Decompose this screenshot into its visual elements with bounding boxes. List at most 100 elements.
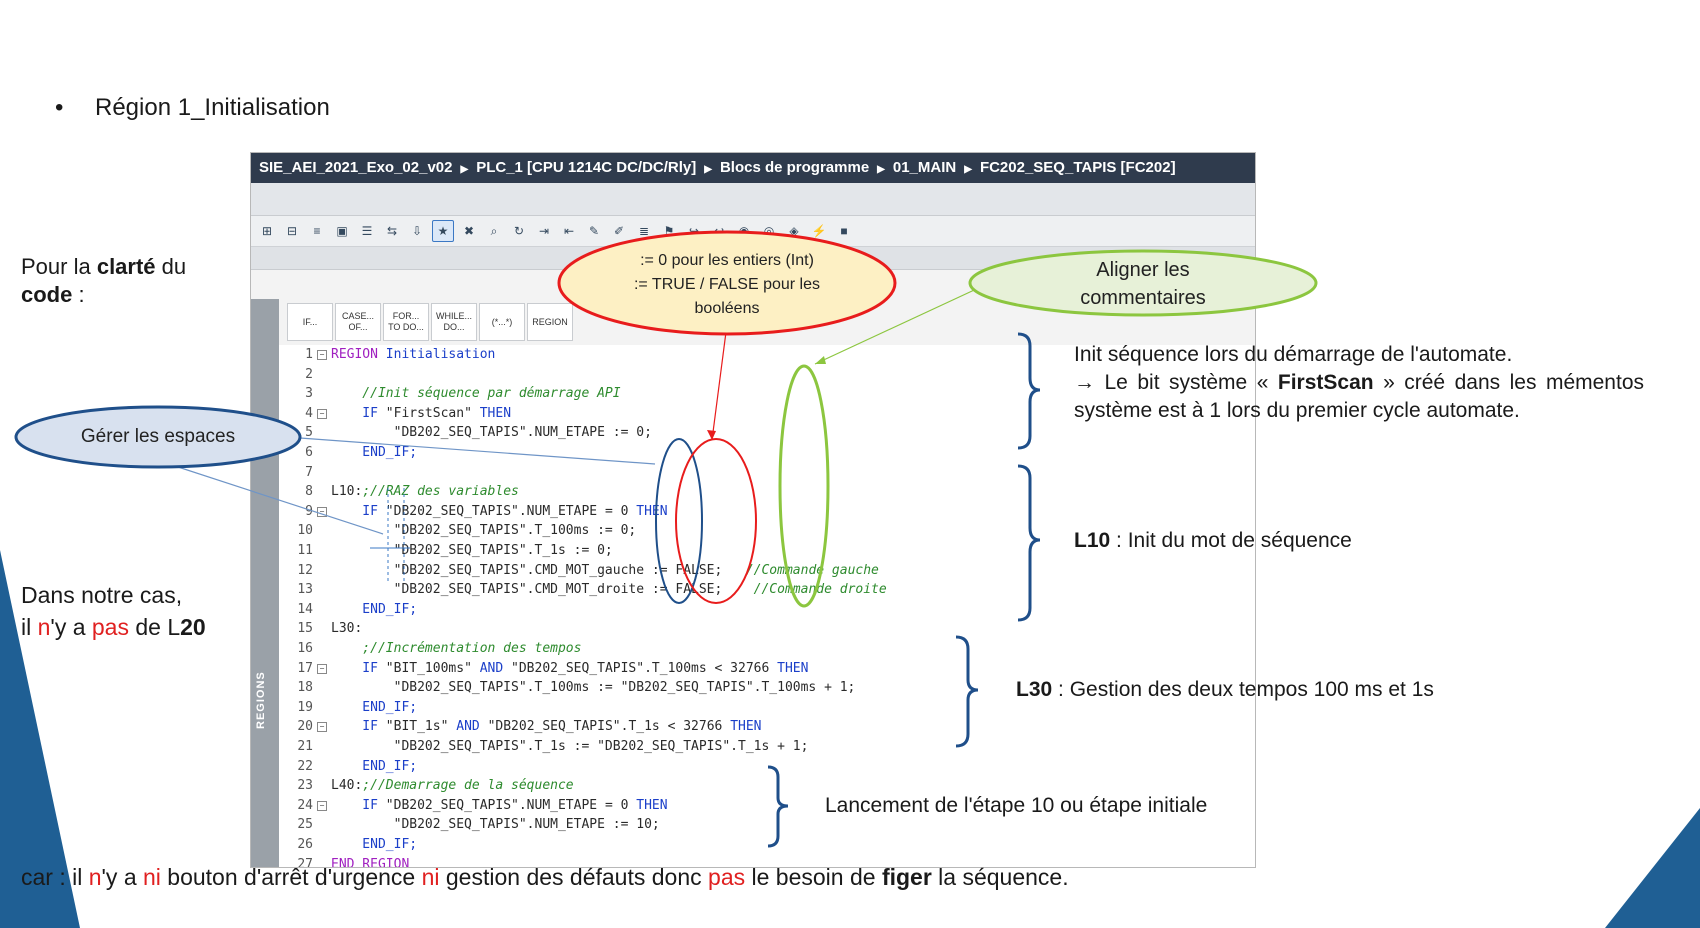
code-token: "BIT_1s" (385, 719, 457, 735)
snippet-case[interactable]: CASE... OF... (335, 303, 381, 341)
code-token: "DB202_SEQ_TAPIS".CMD_MOT_droite := FALS… (331, 582, 738, 598)
prev-bookmark-icon[interactable]: ↩ (709, 221, 729, 241)
code-token: IF (331, 660, 386, 676)
comment-icon[interactable]: ✎ (584, 221, 604, 241)
goto-error-icon[interactable]: ✖ (459, 221, 479, 241)
code-line[interactable]: 5 "DB202_SEQ_TAPIS".NUM_ETAPE := 0; (279, 423, 1255, 443)
code-text: ;//Incrémentation des tempos (331, 639, 581, 659)
code-token: "DB202_SEQ_TAPIS".NUM_ETAPE = 0 (385, 797, 637, 813)
code-token: "DB202_SEQ_TAPIS".T_1s := 0; (331, 543, 613, 558)
stop-icon[interactable]: ■ (834, 221, 854, 241)
code-line[interactable]: 6 END_IF; (279, 443, 1255, 463)
case-note-bold-20: 20 (180, 614, 206, 640)
code-line[interactable]: 20− IF "BIT_1s" AND "DB202_SEQ_TAPIS".T_… (279, 717, 1255, 737)
line-number: 11 (297, 543, 313, 558)
indent-icon[interactable]: ⇥ (534, 221, 554, 241)
code-line[interactable]: 8 L10:;//RAZ des variables (279, 482, 1255, 502)
code-line[interactable]: 9− IF "DB202_SEQ_TAPIS".NUM_ETAPE = 0 TH… (279, 502, 1255, 522)
breadcrumb-item[interactable]: PLC_1 [CPU 1214C DC/DC/Rly] (476, 159, 696, 176)
fold-toggle-icon[interactable]: − (317, 800, 327, 811)
search-icon[interactable]: ⌕ (484, 221, 504, 241)
snippet-toolbar: IF... CASE... OF... FOR... TO DO... WHIL… (287, 303, 573, 341)
uncomment-icon[interactable]: ✐ (609, 221, 629, 241)
code-text: IF "BIT_1s" AND "DB202_SEQ_TAPIS".T_1s <… (331, 717, 761, 737)
code-token: "BIT_100ms" (385, 660, 480, 676)
line-number: 14 (297, 601, 313, 617)
snippet-if[interactable]: IF... (287, 303, 333, 341)
code-token: "DB202_SEQ_TAPIS".T_100ms := 0; (331, 523, 637, 539)
code-token: END_IF; (331, 837, 418, 852)
red-bubble-line1: := 0 pour les entiers (Int) (640, 252, 814, 269)
code-token: "DB202_SEQ_TAPIS".NUM_ETAPE := 10; (331, 817, 660, 833)
compare-icon[interactable]: ⇆ (382, 221, 402, 241)
bookmark-icon[interactable]: ⚑ (659, 221, 679, 241)
refresh-icon[interactable]: ↻ (509, 221, 529, 241)
favorites-icon[interactable]: ★ (432, 220, 454, 242)
line-number: 21 (297, 739, 313, 754)
force-icon[interactable]: ⚡ (809, 221, 829, 241)
fold-toggle-icon[interactable]: − (317, 722, 327, 733)
fold-toggle-icon[interactable]: − (317, 408, 327, 419)
footer-part: gestion des défauts donc (439, 864, 709, 890)
breadcrumb-item[interactable]: FC202_SEQ_TAPIS [FC202] (980, 159, 1176, 176)
code-token: Initialisation (377, 347, 496, 362)
l10-annotation: L10 : Init du mot de séquence (1074, 527, 1352, 555)
code-text: "DB202_SEQ_TAPIS".T_100ms := "DB202_SEQ_… (331, 678, 856, 698)
regions-label: REGIONS (255, 671, 267, 729)
monitor-all-icon[interactable]: ◉ (734, 221, 754, 241)
monitor-icon[interactable]: ▣ (332, 221, 352, 241)
breadcrumb-item[interactable]: 01_MAIN (893, 159, 956, 176)
code-line[interactable]: 7 (279, 463, 1255, 483)
line-number: 15 (297, 621, 313, 637)
breadcrumb-item[interactable]: SIE_AEI_2021_Exo_02_v02 (259, 159, 452, 176)
case-note-part: 'y a (50, 614, 92, 640)
snippet-while[interactable]: WHILE... DO... (431, 303, 477, 341)
code-line[interactable]: 16 ;//Incrémentation des tempos (279, 639, 1255, 659)
code-line[interactable]: 13 "DB202_SEQ_TAPIS".CMD_MOT_droite := F… (279, 580, 1255, 600)
fold-toggle-icon[interactable]: − (317, 506, 327, 517)
outdent-icon[interactable]: ⇤ (559, 221, 579, 241)
fold-toggle-icon[interactable]: − (317, 350, 327, 360)
insert-network-icon[interactable]: ⊞ (257, 221, 277, 241)
list-icon[interactable]: ☰ (357, 221, 377, 241)
code-text: END_IF; (331, 600, 417, 620)
code-token: "DB202_SEQ_TAPIS".T_1s := "DB202_SEQ_TAP… (331, 739, 809, 754)
footer-part: le besoin de (745, 864, 882, 890)
code-line[interactable]: 12 "DB202_SEQ_TAPIS".CMD_MOT_gauche := F… (279, 561, 1255, 581)
snippet-for[interactable]: FOR... TO DO... (383, 303, 429, 341)
code-line[interactable]: 15 L30: (279, 619, 1255, 639)
code-text: "DB202_SEQ_TAPIS".CMD_MOT_droite := FALS… (331, 580, 887, 600)
code-token: "DB202_SEQ_TAPIS".T_1s < 32766 (487, 719, 731, 735)
breadcrumb-item[interactable]: Blocs de programme (720, 159, 869, 176)
code-token: "DB202_SEQ_TAPIS".T_100ms := "DB202_SEQ_… (331, 680, 856, 696)
code-text: //Init séquence par démarrage API (331, 384, 620, 404)
fold-toggle-icon[interactable]: − (317, 663, 327, 674)
align-icon[interactable]: ≣ (634, 221, 654, 241)
code-line[interactable]: 14 END_IF; (279, 600, 1255, 620)
code-token: REGION (331, 347, 378, 362)
code-line[interactable]: 26 END_IF; (279, 835, 1255, 855)
code-line[interactable]: 21 "DB202_SEQ_TAPIS".T_1s := "DB202_SEQ_… (279, 737, 1255, 757)
green-bubble-line2: commentaires (1080, 287, 1206, 309)
l10-text: : Init du mot de séquence (1110, 529, 1352, 552)
code-text: END_IF; (331, 835, 417, 855)
next-bookmark-icon[interactable]: ↪ (684, 221, 704, 241)
line-number: 22 (297, 758, 313, 774)
footer-red-ni: ni (421, 864, 440, 890)
footer-red-ni: ni (143, 864, 161, 890)
code-text: IF "FirstScan" THEN (331, 404, 511, 424)
insert-row-icon[interactable]: ≡ (307, 221, 327, 241)
regions-sidebar[interactable]: REGIONS (251, 299, 279, 867)
code-token: THEN (471, 405, 512, 421)
code-text: "DB202_SEQ_TAPIS".T_100ms := 0; (331, 521, 637, 541)
clarity-note-prefix: Pour la (21, 254, 97, 279)
snapshot-icon[interactable]: ◎ (759, 221, 779, 241)
code-line[interactable]: 22 END_IF; (279, 757, 1255, 777)
code-token: IF (331, 405, 386, 421)
download-icon[interactable]: ⇩ (407, 221, 427, 241)
code-text: REGION Initialisation (331, 345, 495, 365)
snippet-comment[interactable]: (*...*) (479, 303, 525, 341)
breadcrumb-arrow-icon: ▶ (460, 164, 469, 175)
watch-icon[interactable]: ◈ (784, 221, 804, 241)
delete-network-icon[interactable]: ⊟ (282, 221, 302, 241)
